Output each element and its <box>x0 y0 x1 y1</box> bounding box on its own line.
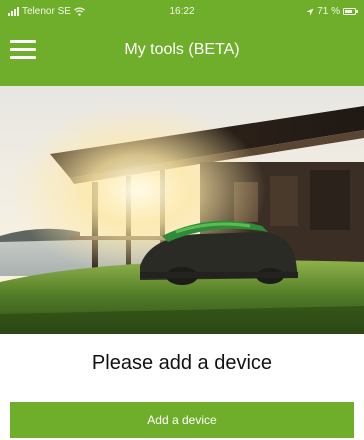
app-header: Telenor SE 16:22 71 % My tools (BETA) <box>0 0 364 86</box>
add-device-button[interactable]: Add a device <box>10 402 354 438</box>
location-icon <box>306 8 314 15</box>
add-device-prompt: Please add a device <box>91 352 273 374</box>
battery-icon <box>343 8 358 15</box>
nav-bar: My tools (BETA) <box>0 24 364 86</box>
status-bar: Telenor SE 16:22 71 % <box>0 0 364 24</box>
page-title: My tools (BETA) <box>124 41 240 58</box>
battery-percent: 71 % <box>317 6 340 17</box>
status-battery-group: 71 % <box>306 6 358 17</box>
hero-image <box>0 86 364 334</box>
